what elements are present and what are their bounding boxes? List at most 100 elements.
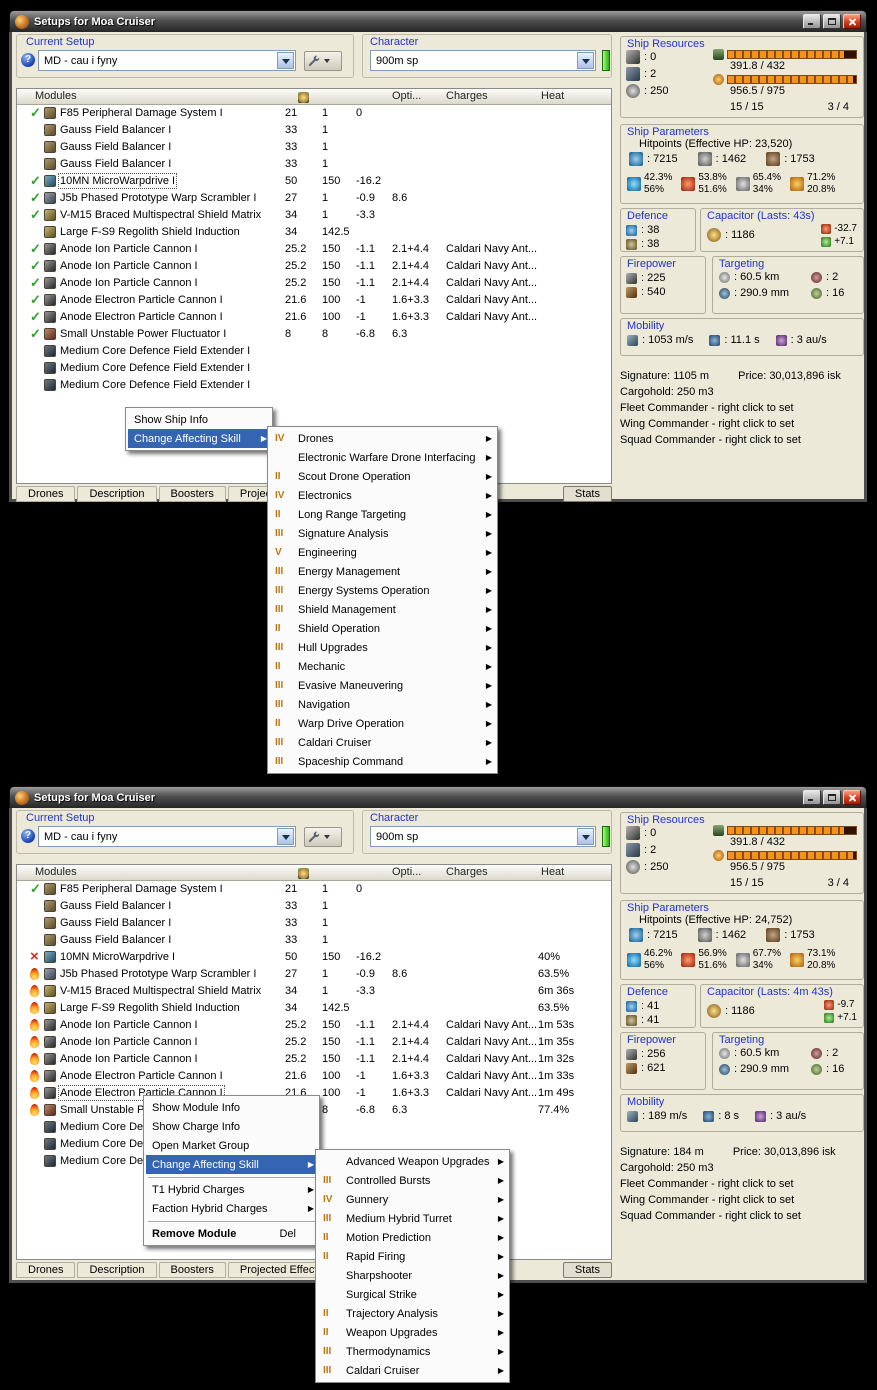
setup-select[interactable]: MD - cau i fyny [38,50,296,71]
title-bar[interactable]: Setups for Moa Cruiser [9,10,867,32]
module-row[interactable]: Gauss Field Balancer I 33 1 [17,122,611,139]
module-row[interactable]: Anode Ion Particle Cannon I 25.2 150 -1.… [17,1034,611,1051]
module-row[interactable]: J5b Phased Prototype Warp Scrambler I 27… [17,190,611,207]
module-row[interactable]: V-M15 Braced Multispectral Shield Matrix… [17,983,611,1000]
module-row[interactable]: Gauss Field Balancer I 33 1 [17,139,611,156]
submenu-item[interactable]: II Weapon Upgrades ▶ [318,1323,507,1342]
title-bar[interactable]: Setups for Moa Cruiser [9,786,867,808]
submenu-item[interactable]: IV Drones ▶ [270,429,495,448]
submenu-item[interactable]: III Energy Systems Operation ▶ [270,581,495,600]
character-select[interactable]: 900m sp [370,50,596,71]
commander-slot[interactable]: Wing Commander - right click to set [620,418,866,434]
module-row[interactable]: Medium Core Defence Field Extender I [17,343,611,360]
menu-item[interactable]: T1 Hybrid Charges ▶ [146,1180,317,1199]
module-row[interactable]: V-M15 Braced Multispectral Shield Matrix… [17,207,611,224]
tab[interactable]: Description [77,486,157,502]
character-select[interactable]: 900m sp [370,826,596,847]
module-row[interactable]: Medium Core Defence Field Extender I [17,377,611,394]
submenu-item[interactable]: II Scout Drone Operation ▶ [270,467,495,486]
submenu-item[interactable]: III Caldari Cruiser ▶ [270,733,495,752]
module-row[interactable]: Anode Ion Particle Cannon I 25.2 150 -1.… [17,258,611,275]
module-row[interactable]: J5b Phased Prototype Warp Scrambler I 27… [17,966,611,983]
tab[interactable]: Boosters [158,1262,226,1278]
submenu-item[interactable]: Electronic Warfare Drone Interfacing ▶ [270,448,495,467]
help-icon[interactable]: ? [21,53,35,67]
submenu-item[interactable]: Sharpshooter ▶ [318,1266,507,1285]
submenu-item[interactable]: IV Gunnery ▶ [318,1190,507,1209]
module-row[interactable]: Large F-S9 Regolith Shield Induction 34 … [17,1000,611,1017]
submenu-item[interactable]: III Hull Upgrades ▶ [270,638,495,657]
module-row[interactable]: F85 Peripheral Damage System I 21 1 0 [17,881,611,898]
module-row[interactable]: Gauss Field Balancer I 33 1 [17,915,611,932]
tab[interactable]: Stats [562,1262,612,1278]
close-button[interactable] [843,790,861,805]
help-icon[interactable]: ? [21,829,35,843]
chevron-down-icon[interactable] [577,52,594,69]
tab[interactable]: Stats [562,486,612,502]
module-row[interactable]: Gauss Field Balancer I 33 1 [17,898,611,915]
submenu-item[interactable]: Advanced Weapon Upgrades ▶ [318,1152,507,1171]
tab[interactable]: Description [77,1262,157,1278]
submenu-item[interactable]: II Shield Operation ▶ [270,619,495,638]
submenu-item[interactable]: V Engineering ▶ [270,543,495,562]
module-row[interactable]: F85 Peripheral Damage System I 21 1 0 [17,105,611,122]
menu-item[interactable]: Show Module Info [146,1098,317,1117]
submenu-item[interactable]: II Mechanic ▶ [270,657,495,676]
submenu-item[interactable]: II Warp Drive Operation ▶ [270,714,495,733]
submenu-item[interactable]: III Shield Management ▶ [270,600,495,619]
submenu-item[interactable]: II Long Range Targeting ▶ [270,505,495,524]
module-row[interactable]: Anode Electron Particle Cannon I 21.6 10… [17,292,611,309]
minimize-button[interactable] [803,790,821,805]
chevron-down-icon[interactable] [277,52,294,69]
setup-select[interactable]: MD - cau i fyny [38,826,296,847]
module-row[interactable]: 10MN MicroWarpdrive I 50 150 -16.2 [17,173,611,190]
submenu-item[interactable]: Surgical Strike ▶ [318,1285,507,1304]
commander-slot[interactable]: Squad Commander - right click to set [620,1210,866,1226]
tab[interactable]: Drones [16,486,76,502]
submenu-item[interactable]: III Energy Management ▶ [270,562,495,581]
chevron-down-icon[interactable] [577,828,594,845]
submenu-item[interactable]: II Motion Prediction ▶ [318,1228,507,1247]
submenu-item[interactable]: III Navigation ▶ [270,695,495,714]
menu-item[interactable]: Show Ship Info [128,410,270,429]
tab[interactable]: Boosters [158,486,226,502]
maximize-button[interactable] [823,14,841,29]
module-row[interactable]: Anode Electron Particle Cannon I 21.6 10… [17,1068,611,1085]
commander-slot[interactable]: Fleet Commander - right click to set [620,402,866,418]
submenu-item[interactable]: III Signature Analysis ▶ [270,524,495,543]
submenu-item[interactable]: III Evasive Maneuvering ▶ [270,676,495,695]
submenu-item[interactable]: II Trajectory Analysis ▶ [318,1304,507,1323]
module-row[interactable]: Medium Core Defence Field Extender I [17,360,611,377]
commander-slot[interactable]: Wing Commander - right click to set [620,1194,866,1210]
tools-button[interactable] [304,827,342,847]
module-row[interactable]: Small Unstable Power Fluctuator I 8 8 -6… [17,326,611,343]
module-row[interactable]: 10MN MicroWarpdrive I 50 150 -16.2 40% [17,949,611,966]
menu-item[interactable]: Remove Module Del [146,1224,317,1243]
close-button[interactable] [843,14,861,29]
submenu-item[interactable]: III Thermodynamics ▶ [318,1342,507,1361]
module-row[interactable]: Anode Electron Particle Cannon I 21.6 10… [17,309,611,326]
submenu-item[interactable]: IV Electronics ▶ [270,486,495,505]
module-row[interactable]: Gauss Field Balancer I 33 1 [17,156,611,173]
maximize-button[interactable] [823,790,841,805]
menu-item[interactable]: Faction Hybrid Charges ▶ [146,1199,317,1218]
module-row[interactable]: Anode Ion Particle Cannon I 25.2 150 -1.… [17,241,611,258]
minimize-button[interactable] [803,14,821,29]
module-row[interactable]: Gauss Field Balancer I 33 1 [17,932,611,949]
submenu-item[interactable]: III Caldari Cruiser ▶ [318,1361,507,1380]
module-row[interactable]: Large F-S9 Regolith Shield Induction 34 … [17,224,611,241]
submenu-item[interactable]: II Rapid Firing ▶ [318,1247,507,1266]
tools-button[interactable] [304,51,342,71]
submenu-item[interactable]: III Controlled Bursts ▶ [318,1171,507,1190]
submenu-item[interactable]: III Medium Hybrid Turret ▶ [318,1209,507,1228]
menu-item[interactable]: Change Affecting Skill ▶ [128,429,270,448]
module-row[interactable]: Anode Ion Particle Cannon I 25.2 150 -1.… [17,1051,611,1068]
tab[interactable]: Drones [16,1262,76,1278]
chevron-down-icon[interactable] [277,828,294,845]
commander-slot[interactable]: Squad Commander - right click to set [620,434,866,450]
commander-slot[interactable]: Fleet Commander - right click to set [620,1178,866,1194]
module-row[interactable]: Anode Ion Particle Cannon I 25.2 150 -1.… [17,275,611,292]
menu-item[interactable]: Change Affecting Skill ▶ [146,1155,317,1174]
menu-item[interactable]: Open Market Group [146,1136,317,1155]
submenu-item[interactable]: III Spaceship Command ▶ [270,752,495,771]
